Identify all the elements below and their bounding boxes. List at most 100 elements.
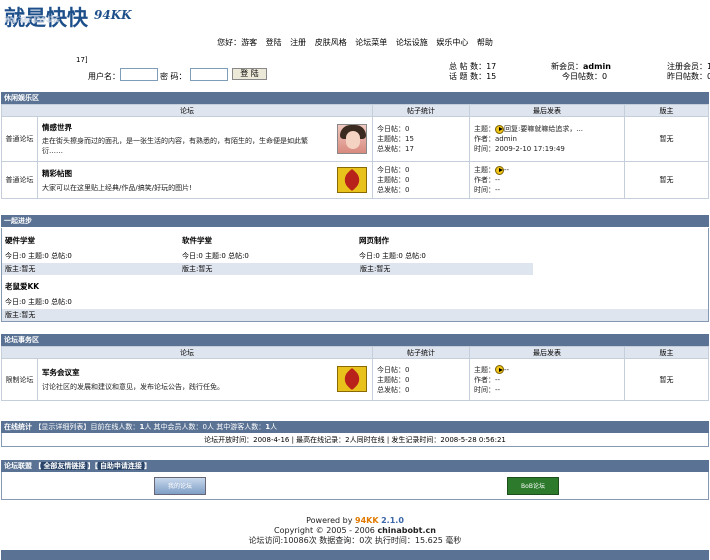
post-stats: 今日帖：0 主题帖：15 总发帖：17 [372,116,470,162]
forum-name-pictures[interactable]: 精彩帖图 [42,168,368,179]
leaf-icon [337,167,367,193]
last-post: 主题： -- 作者：-- 时间：-- [469,358,625,401]
arrow-icon [495,165,504,175]
forum-name-web[interactable]: 网页制作 [359,235,389,246]
last-author: 作者：-- [474,176,501,184]
brand-link[interactable]: 94KK [355,516,379,525]
forum-grid-progress: 硬件学堂 今日:0 主题:0 总帖:0 版主:暂无 软件学堂 今日:0 主题:0… [1,228,709,322]
forum-stats-software: 今日:0 主题:0 总帖:0 [182,252,249,260]
col-last: 最后发表 [469,104,625,117]
last-topic-row: 主题： -- [474,165,624,175]
links-row: 我的论坛 BoB论坛 [1,472,709,500]
friend-banner-2[interactable]: BoB论坛 [507,477,559,495]
last-topic-row: 主题： 回复:要嘛就嘛给追求，... [474,124,624,134]
last-post: 主题： 回复:要嘛就嘛给追求，... 作者：admin 时间：2009-2-10 … [469,116,625,162]
col-mod: 版主 [624,346,709,359]
domain-link[interactable]: chinabobt.cn [377,526,436,535]
col-last: 最后发表 [469,346,625,359]
stat-total: 总发帖：0 [377,385,410,394]
forum-mod-hardware: 版主:暂无 [2,263,179,275]
section-title-progress[interactable]: 一起进步 [1,215,709,227]
forum-mod-software: 版主:暂无 [179,263,357,275]
stat-today: 今日帖：0 [377,365,410,374]
post-stats: 今日帖：0 主题帖：0 总发帖：0 [372,161,470,199]
visits-line: 论坛访问:10086次 数据查询：0次 执行时间：15.625 毫秒 [248,536,462,545]
forum-category: 普通论坛 [1,161,38,199]
version-text: 2.1.0 [381,516,404,525]
forum-stats-hardware: 今日:0 主题:0 总帖:0 [5,252,72,260]
arrow-icon [495,365,504,374]
forum-name-emotion[interactable]: 情感世界 [42,122,368,133]
footer: Powered by 94KK 2.1.0 Copyright © 2005 -… [0,516,710,546]
stat-yesterday-posts: 昨日帖数：0 [667,72,710,81]
forum-table-affairs: 论坛 帖子统计 最后发表 版主 限制论坛 军务会议室 讨论社区的发展和建议和意见… [1,346,709,401]
bottom-bar [1,550,709,560]
last-topic-row: 主题： -- [474,365,624,375]
last-topic-label: 主题： [474,365,495,374]
last-post: 主题： -- 作者：-- 时间：-- [469,161,625,199]
col-forum: 论坛 [1,104,373,117]
forum-desc: 讨论社区的发展和建议和意见，发布论坛公告，践行任免。 [42,383,224,391]
stat-total: 总发帖：0 [377,186,410,194]
post-stats: 今日帖：0 主题帖：0 总发帖：0 [372,358,470,401]
forum-name-mouse[interactable]: 老鼠爱KK [5,281,39,292]
col-forum: 论坛 [1,346,373,359]
forum-cell: 军务会议室 讨论社区的发展和建议和意见，发布论坛公告，践行任免。 [37,358,373,401]
last-topic-link[interactable]: -- [504,166,509,174]
new-member-label: 新会员： [551,62,583,71]
stat-topics-count: 主题帖：0 [377,176,410,184]
last-topic-link[interactable]: 回复:要嘛就嘛给追求，... [504,125,583,133]
col-stats: 帖子统计 [372,104,470,117]
all-links-link[interactable]: 全部友情链接 [41,462,88,470]
last-time: 时间：-- [474,186,501,194]
moderator: 暂无 [624,358,709,401]
friend-banner-1[interactable]: 我的论坛 [154,477,206,495]
stat-topics-count: 主题帖：0 [377,375,410,384]
last-author: 作者：admin [474,135,517,143]
stat-total: 总发帖：17 [377,145,414,153]
stat-today-posts: 今日帖数：0 [562,72,608,81]
online-detail-link[interactable]: 【显示详细列表】 [34,423,90,431]
forum-name-software[interactable]: 软件学堂 [182,235,212,246]
online-label: 在线统计 [4,423,32,431]
online-prefix: 目前在线人数： [90,423,140,431]
forum-cell: 情感世界 走在街头擦身而过的面孔，是一张生活的内容，有熟悉的，有陌生的，生命便是… [37,116,373,162]
apply-link[interactable]: 自助申请连接 [97,462,144,470]
arrow-icon [495,124,504,134]
stat-topics: 话 题 数：15 [449,72,497,81]
forum-mod-mouse: 版主:暂无 [2,309,708,321]
section-title-affairs[interactable]: 论坛事务区 [1,334,709,346]
stat-today: 今日帖：0 [377,166,410,174]
forum-name-meeting[interactable]: 军务会议室 [42,367,368,378]
forum-cell: 精彩帖图 大家可以在这里贴上经典/作品/搞笑/好玩的图片! [37,161,373,199]
moderator: 暂无 [624,161,709,199]
links-bar: 论坛联盟 【全部友情链接 】【 自助申请连接】 [1,460,709,472]
last-topic-link[interactable]: -- [504,366,509,374]
forum-desc: 大家可以在这里贴上经典/作品/搞笑/好玩的图片! [42,183,192,192]
last-topic-label: 主题： [474,125,495,133]
online-suffix: 人 [270,423,278,431]
forum-stats: 总 帖 数：17 话 题 数：15 新会员：admin 今日帖数：0 注册会员：… [0,0,710,90]
copyright-line: Copyright © 2005 - 2006 chinabobt.cn [0,526,710,536]
new-member-link[interactable]: admin [583,62,611,71]
copyright-text: Copyright © 2005 - 2006 [274,526,375,535]
col-mod: 版主 [624,104,709,117]
forum-table-leisure: 论坛 帖子统计 最后发表 版主 普通论坛 情感世界 走在街头擦身而过的面孔，是一… [1,104,709,199]
forum-stats-mouse: 今日:0 主题:0 总帖:0 [5,298,72,306]
girl-avatar-icon [337,124,367,154]
stat-today: 今日帖：0 [377,125,410,133]
col-stats: 帖子统计 [372,346,470,359]
moderator: 暂无 [624,116,709,162]
stat-topics-count: 主题帖：15 [377,135,414,143]
forum-category: 限制论坛 [1,358,38,401]
forum-name-hardware[interactable]: 硬件学堂 [5,235,35,246]
leaf-icon [337,366,367,392]
forum-stats-web: 今日:0 主题:0 总帖:0 [359,252,426,260]
online-mid2: 人 其中游客人数： [207,423,266,431]
section-title-leisure[interactable]: 休闲娱乐区 [1,92,709,104]
last-author: 作者：-- [474,375,501,384]
online-stats-bar: 在线统计 【显示详细列表】目前在线人数：1人 其中会员人数：0人 其中游客人数：… [1,421,709,433]
online-mid1: 人 其中会员人数： [144,423,203,431]
forum-category: 普通论坛 [1,116,38,162]
powered-line: Powered by 94KK 2.1.0 [0,516,710,526]
